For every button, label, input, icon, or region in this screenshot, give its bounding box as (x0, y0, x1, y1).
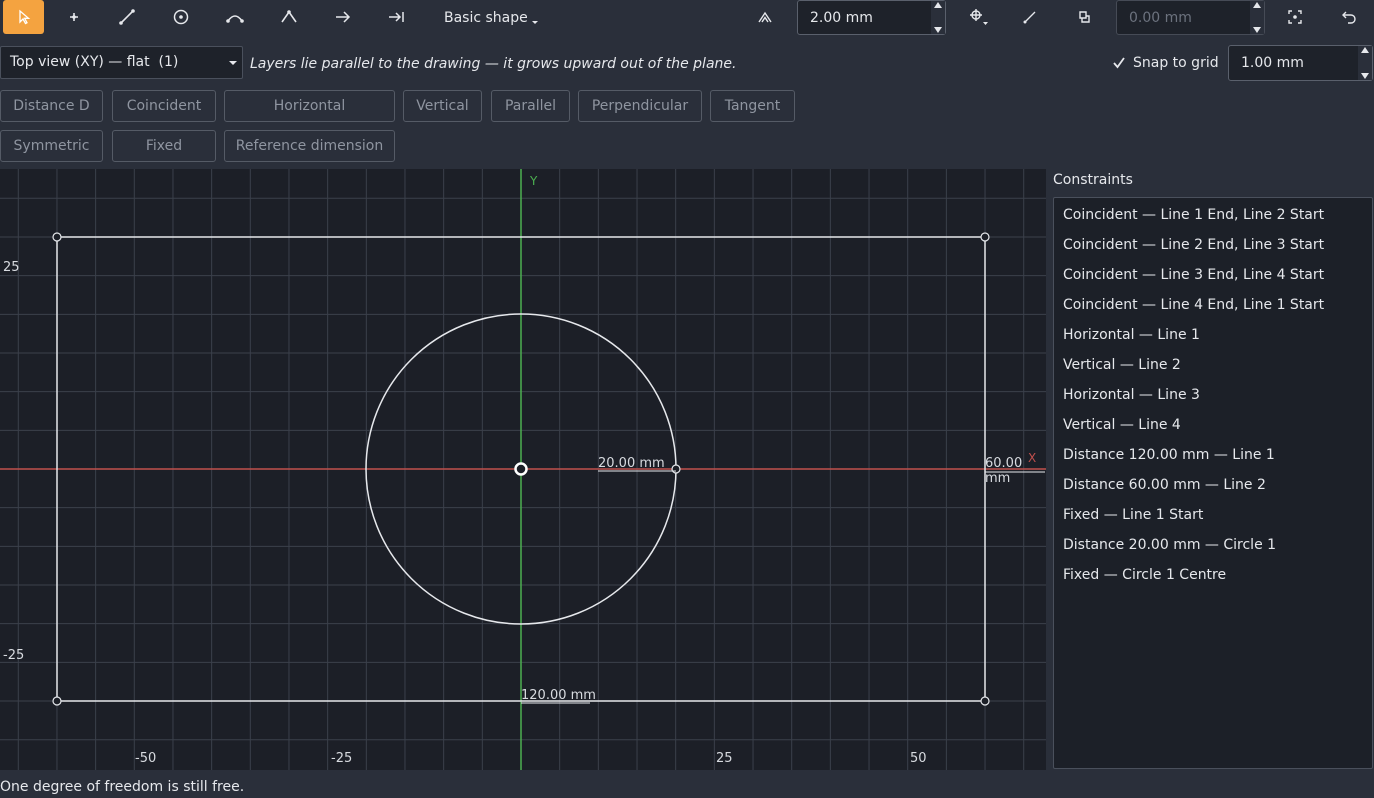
tick-label-x: -50 (135, 751, 157, 766)
tick-label-y: 25 (3, 260, 20, 275)
chevron-down-icon (229, 61, 237, 65)
offset-input[interactable]: 2.00 mm (797, 0, 946, 35)
view-select-value: Top view (XY) — flat (1) (10, 54, 179, 70)
trim-icon (1023, 11, 1036, 24)
constraints-list[interactable]: Coincident — Line 1 End, Line 2 Start Co… (1053, 197, 1373, 769)
trim-tool[interactable] (1013, 0, 1047, 34)
decrement-icon[interactable] (934, 27, 942, 33)
decrement-icon[interactable] (1253, 27, 1261, 33)
cursor-icon (18, 9, 30, 25)
point-tool[interactable] (57, 0, 91, 34)
arc-icon (226, 15, 244, 23)
vertical-button[interactable]: Vertical (403, 90, 482, 122)
offset-value: 2.00 mm (810, 9, 873, 26)
list-item[interactable]: Fixed — Line 1 Start (1054, 500, 1372, 530)
shape-dropdown[interactable]: Basic shape (444, 0, 540, 36)
increment-icon[interactable] (1361, 47, 1369, 53)
list-item[interactable]: Coincident — Line 3 End, Line 4 Start (1054, 260, 1372, 290)
shape-dropdown-label: Basic shape (444, 10, 528, 26)
fixed-button[interactable]: Fixed (112, 130, 216, 162)
decrement-icon[interactable] (1361, 73, 1369, 79)
list-item[interactable]: Fixed — Circle 1 Centre (1054, 560, 1372, 590)
list-item[interactable]: Coincident — Line 2 End, Line 3 Start (1054, 230, 1372, 260)
circle-center-point[interactable] (514, 462, 528, 476)
perpendicular-button[interactable]: Perpendicular (578, 90, 702, 122)
status-bar: One degree of freedom is still free. (0, 779, 245, 795)
grid-size-value: 1.00 mm (1241, 55, 1304, 71)
list-item[interactable]: Vertical — Line 4 (1054, 410, 1372, 440)
parallel-button[interactable]: Parallel (491, 90, 570, 122)
y-axis-label: Y (530, 174, 538, 188)
circle-icon (173, 9, 189, 25)
rect-vertex-top-left[interactable] (52, 232, 62, 242)
horizontal-button[interactable]: Horizontal (224, 90, 395, 122)
constraints-panel-title: Constraints (1053, 172, 1133, 188)
list-item[interactable]: Distance 60.00 mm — Line 2 (1054, 470, 1372, 500)
move-icon (970, 9, 988, 25)
rect-vertex-bottom-right[interactable] (980, 696, 990, 706)
polyline-icon (281, 10, 297, 23)
disabled-value-input[interactable]: 0.00 mm (1116, 0, 1265, 35)
undo-button[interactable] (1332, 0, 1366, 34)
distance-button[interactable]: Distance D (0, 90, 103, 122)
select-tool[interactable] (3, 0, 44, 34)
checkmark-icon (1113, 57, 1125, 69)
circle-dimension-label[interactable]: 20.00 mm (598, 456, 665, 471)
move-tool[interactable] (962, 0, 996, 34)
symmetric-button[interactable]: Symmetric (0, 130, 103, 162)
circle-radius-point[interactable] (671, 464, 681, 474)
arrow-right-icon (336, 11, 351, 23)
increment-icon[interactable] (934, 2, 942, 8)
fit-view-button[interactable] (1278, 0, 1312, 34)
arrow-to-line-icon (389, 12, 404, 22)
height-dimension-label[interactable]: 60.00 mm (985, 456, 1046, 486)
rect-vertex-bottom-left[interactable] (52, 696, 62, 706)
chevron-down-icon (531, 21, 538, 24)
list-item[interactable]: Vertical — Line 2 (1054, 350, 1372, 380)
list-item[interactable]: Distance 120.00 mm — Line 1 (1054, 440, 1372, 470)
dimension-tool[interactable] (380, 0, 414, 34)
snap-to-grid-checkbox[interactable]: Snap to grid (1111, 55, 1219, 71)
tick-label-x: -25 (331, 751, 353, 766)
undo-icon (1342, 11, 1356, 24)
rect-vertex-top-right[interactable] (980, 232, 990, 242)
tick-label-y: -25 (3, 648, 25, 663)
reference-dimension-button[interactable]: Reference dimension (224, 130, 395, 162)
line-icon (119, 9, 135, 25)
coincident-button[interactable]: Coincident (112, 90, 216, 122)
offset-tool[interactable] (748, 0, 782, 34)
list-item[interactable]: Distance 20.00 mm — Circle 1 (1054, 530, 1372, 560)
tick-label-x: 25 (716, 751, 733, 766)
list-item[interactable]: Coincident — Line 4 End, Line 1 Start (1054, 290, 1372, 320)
sketch-geometry (0, 169, 1046, 770)
view-hint: Layers lie parallel to the drawing — it … (250, 56, 737, 72)
line-tool[interactable] (110, 0, 144, 34)
polyline-tool[interactable] (272, 0, 306, 34)
offset-icon (758, 11, 772, 23)
circle-tool[interactable] (164, 0, 198, 34)
point-icon (70, 13, 78, 21)
list-item[interactable]: Coincident — Line 1 End, Line 2 Start (1054, 200, 1372, 230)
list-item[interactable]: Horizontal — Line 1 (1054, 320, 1372, 350)
fit-view-icon (1288, 10, 1302, 24)
arrow-tool[interactable] (326, 0, 360, 34)
grid-size-input[interactable]: 1.00 mm (1228, 45, 1373, 81)
increment-icon[interactable] (1253, 2, 1261, 8)
stamp-tool[interactable] (1067, 0, 1101, 34)
width-dimension-label[interactable]: 120.00 mm (521, 688, 596, 703)
drawing-canvas[interactable]: Y X -50 -25 25 50 25 -25 20.00 mm 60.00 … (0, 169, 1046, 770)
stamp-icon (1079, 11, 1090, 23)
tick-label-x: 50 (910, 751, 927, 766)
disabled-value: 0.00 mm (1129, 9, 1192, 26)
view-select[interactable]: Top view (XY) — flat (1) (0, 46, 243, 79)
snap-to-grid-label: Snap to grid (1133, 55, 1219, 71)
toolbar: Basic shape 2.00 mm 0.00 mm (0, 0, 1374, 36)
tangent-button[interactable]: Tangent (710, 90, 795, 122)
list-item[interactable]: Horizontal — Line 3 (1054, 380, 1372, 410)
arc-tool[interactable] (218, 0, 252, 34)
